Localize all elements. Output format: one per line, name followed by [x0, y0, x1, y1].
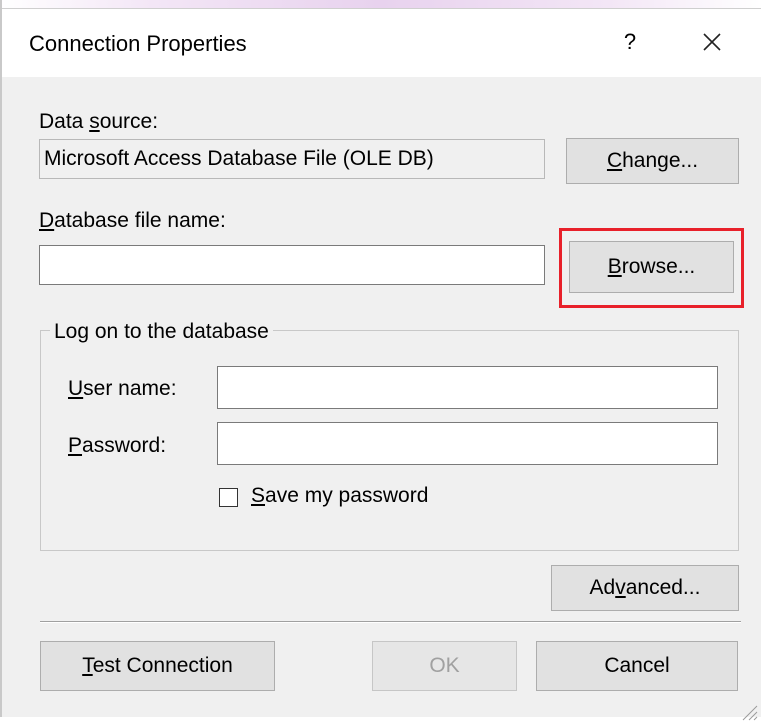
- password-label: Password:: [68, 434, 167, 457]
- data-source-field: Microsoft Access Database File (OLE DB): [39, 139, 545, 179]
- close-icon: [703, 33, 721, 51]
- ok-button-label: OK: [429, 654, 460, 677]
- database-file-name-input[interactable]: [39, 245, 545, 285]
- logon-group-title: Log on to the database: [50, 320, 273, 344]
- change-button-label: Change...: [606, 149, 699, 172]
- help-button[interactable]: ?: [610, 25, 650, 59]
- ok-button[interactable]: OK: [372, 641, 517, 691]
- test-connection-button-label: Test Connection: [82, 654, 233, 677]
- cancel-button[interactable]: Cancel: [536, 641, 738, 691]
- browse-button-highlight: [559, 228, 744, 308]
- advanced-button[interactable]: Advanced...: [551, 565, 739, 611]
- advanced-button-label: Advanced...: [589, 576, 701, 599]
- username-input[interactable]: [217, 366, 718, 409]
- save-password-checkbox[interactable]: [219, 488, 238, 507]
- title-bar[interactable]: Connection Properties ?: [2, 9, 761, 77]
- close-button[interactable]: [682, 19, 742, 65]
- data-source-value: Microsoft Access Database File (OLE DB): [44, 147, 434, 170]
- data-source-label: Data source:: [39, 110, 159, 133]
- footer-separator: [40, 621, 741, 623]
- dialog-title: Connection Properties: [29, 31, 247, 56]
- help-icon: ?: [623, 29, 637, 54]
- database-file-name-label: Database file name:: [39, 209, 226, 232]
- username-label: User name:: [68, 377, 177, 400]
- change-button[interactable]: Change...: [566, 138, 739, 184]
- password-input[interactable]: [217, 422, 718, 465]
- connection-properties-dialog: Connection Properties ? Data source: Mic…: [2, 8, 761, 721]
- resize-grip-icon[interactable]: [740, 703, 758, 721]
- save-password-label[interactable]: Save my password: [251, 484, 428, 508]
- cancel-button-label: Cancel: [604, 654, 670, 677]
- test-connection-button[interactable]: Test Connection: [40, 641, 275, 691]
